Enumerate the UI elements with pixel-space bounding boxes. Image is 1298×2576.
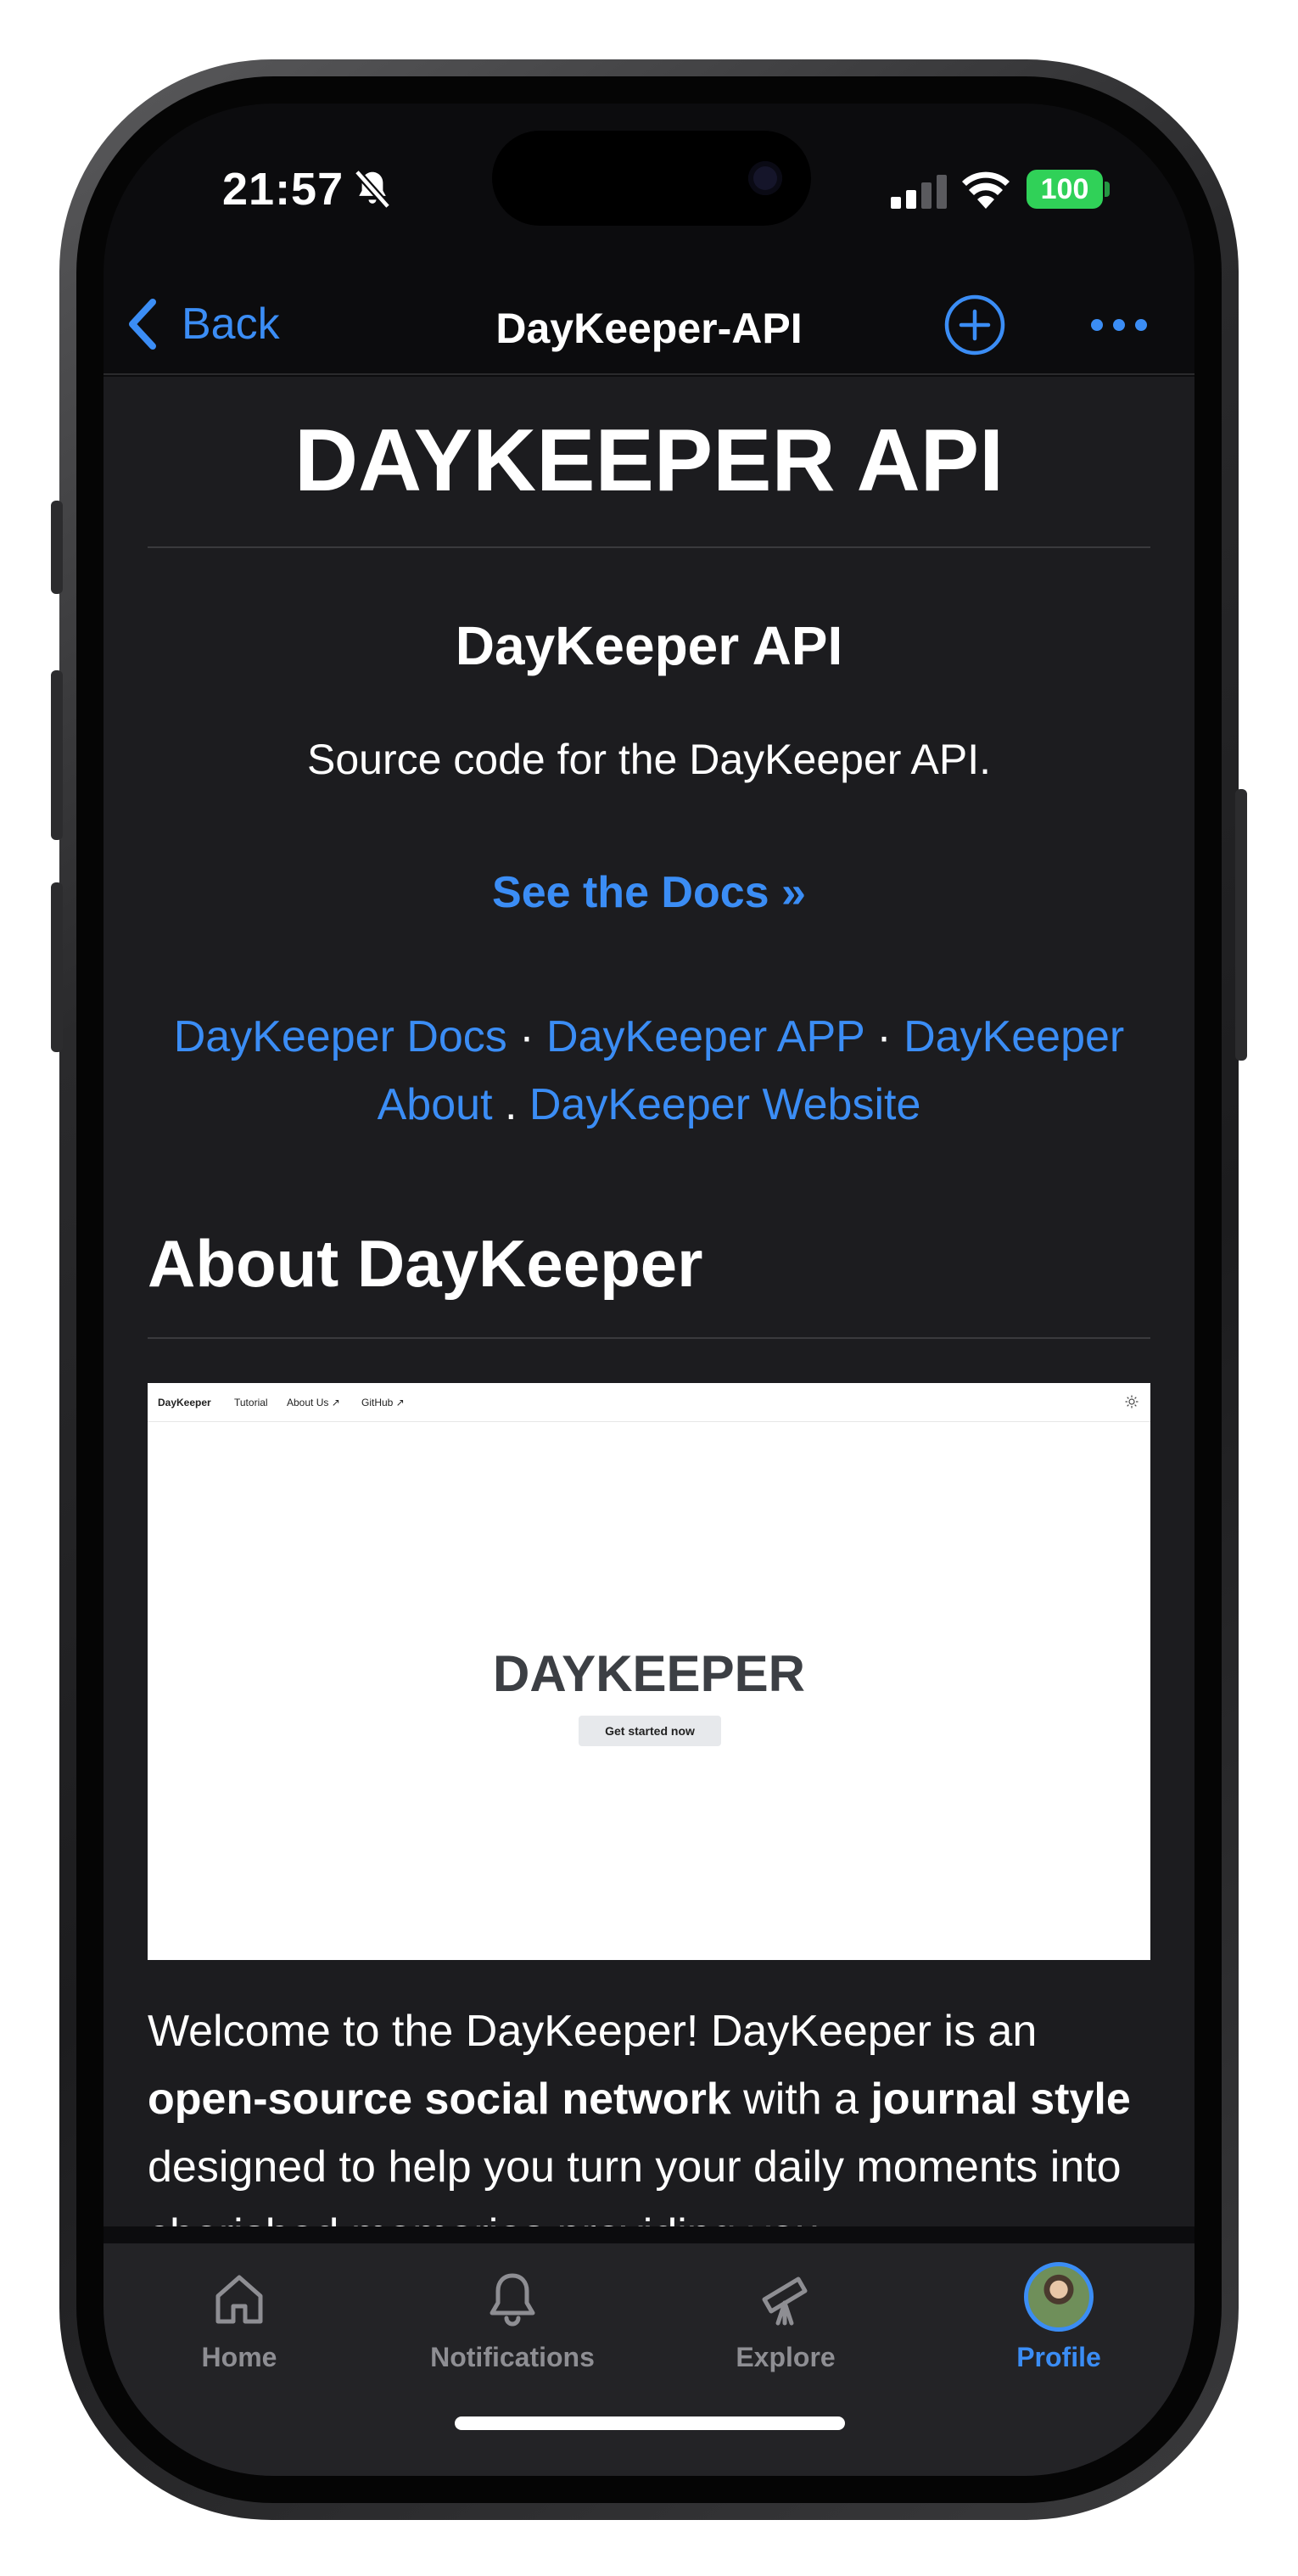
- status-time: 21:57: [222, 164, 344, 215]
- link-app[interactable]: DayKeeper APP: [546, 1012, 864, 1061]
- tab-home-label: Home: [201, 2342, 277, 2372]
- link-website[interactable]: DayKeeper Website: [529, 1080, 921, 1129]
- cellular-signal-icon: [891, 175, 947, 209]
- tab-home[interactable]: Home: [104, 2260, 375, 2388]
- tab-explore-label: Explore: [736, 2342, 836, 2372]
- bell-icon: [490, 2273, 535, 2327]
- preview-get-started-button: Get started now: [579, 1716, 721, 1746]
- readme-subtitle: Source code for the DayKeeper API.: [306, 736, 992, 783]
- tab-bar: Home Notifications Explore Profile: [104, 2243, 1194, 2476]
- link-docs[interactable]: DayKeeper Docs: [174, 1012, 507, 1061]
- volume-down-button: [51, 882, 63, 1052]
- para-text: with a: [730, 2075, 871, 2124]
- website-preview-image[interactable]: DayKeeper Tutorial About Us ↗ GitHub ↗ D…: [148, 1383, 1150, 1960]
- more-options-icon[interactable]: [1089, 312, 1149, 338]
- divider: [148, 1337, 1150, 1339]
- tab-profile-label: Profile: [1016, 2342, 1101, 2372]
- camera-icon: [748, 161, 782, 195]
- bell-slash-icon: [354, 169, 391, 210]
- readme-content[interactable]: DAYKEEPER API DayKeeper API Source code …: [104, 377, 1194, 2226]
- wifi-icon: [962, 171, 1010, 209]
- tab-notifications-label: Notifications: [430, 2342, 595, 2372]
- dynamic-island: [492, 131, 811, 226]
- back-label: Back: [182, 300, 280, 349]
- silent-switch: [51, 501, 63, 594]
- tab-explore[interactable]: Explore: [650, 2260, 921, 2388]
- link-separator: ·: [864, 1012, 904, 1061]
- divider: [148, 546, 1150, 548]
- avatar: [1024, 2262, 1094, 2332]
- back-button[interactable]: Back: [126, 297, 280, 351]
- battery-indicator: 100: [1027, 170, 1103, 209]
- chevron-left-icon: [129, 299, 156, 350]
- readme-subheading: DayKeeper API: [455, 615, 843, 676]
- para-text: designed to help you turn your daily mom…: [148, 2142, 1122, 2226]
- sun-icon: [1125, 1395, 1139, 1408]
- preview-brand: DayKeeper: [158, 1397, 211, 1408]
- link-separator: ·: [506, 1012, 547, 1061]
- home-indicator[interactable]: [455, 2416, 845, 2430]
- preview-title: DAYKEEPER: [493, 1645, 805, 1702]
- screen: 21:57 100 Back DayKeeper-API DAYKEEPER A…: [104, 104, 1194, 2476]
- telescope-icon: [762, 2276, 808, 2326]
- home-icon: [215, 2275, 263, 2324]
- power-button: [1235, 789, 1247, 1061]
- tab-notifications[interactable]: Notifications: [377, 2260, 648, 2388]
- readme-heading: DAYKEEPER API: [294, 412, 1004, 510]
- link-separator: .: [492, 1080, 529, 1129]
- readme-links: DayKeeper Docs · DayKeeper APP · DayKeep…: [148, 1003, 1150, 1139]
- tab-profile[interactable]: Profile: [923, 2260, 1194, 2388]
- welcome-paragraph: Welcome to the DayKeeper! DayKeeper is a…: [148, 1997, 1166, 2226]
- battery-nub: [1105, 182, 1110, 197]
- preview-nav-about: About Us ↗: [287, 1397, 340, 1408]
- para-text: Welcome to the DayKeeper! DayKeeper is a…: [148, 2007, 1038, 2056]
- about-heading: About DayKeeper: [148, 1226, 703, 1301]
- add-circle-icon[interactable]: [943, 294, 1006, 356]
- volume-up-button: [51, 670, 63, 840]
- nav-bar: Back DayKeeper-API: [104, 273, 1194, 375]
- preview-nav-github: GitHub ↗: [361, 1397, 405, 1408]
- para-bold: journal style: [870, 2075, 1131, 2124]
- preview-nav: DayKeeper Tutorial About Us ↗ GitHub ↗: [148, 1383, 1150, 1422]
- see-docs-link[interactable]: See the Docs »: [148, 867, 1150, 918]
- preview-nav-tutorial: Tutorial: [234, 1397, 268, 1408]
- para-bold: open-source social network: [148, 2075, 731, 2124]
